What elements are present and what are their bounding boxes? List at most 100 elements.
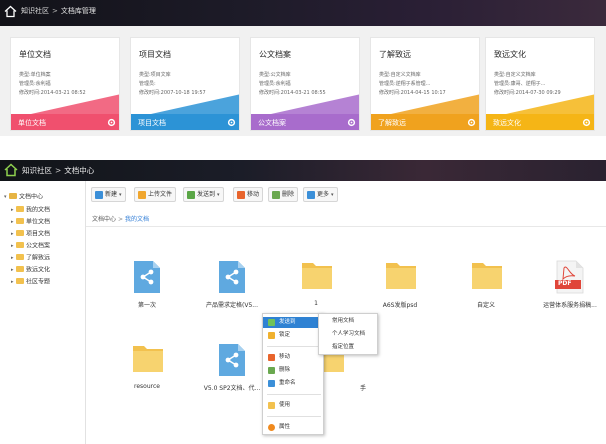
submenu-item-specified-location[interactable]: 指定位置 [319,342,377,353]
library-card-culture[interactable]: 致远文化 类型:自定义文档库 管理员:康哥、逆翔子... 修改时间:2014-0… [485,37,595,131]
folder-icon [268,402,275,409]
new-button[interactable]: 新建 ▾ [91,187,126,202]
tree-label: 致远文化 [26,266,51,274]
shared-doc-icon [219,344,245,376]
expand-toggle-icon[interactable]: ▸ [11,217,15,227]
tree-item-about[interactable]: ▸ 了解致远 [11,253,50,263]
card-footer-label: 公文档案 [258,119,286,127]
delete-button[interactable]: 删除 [268,187,299,202]
more-icon [307,191,315,199]
chevron-down-icon: ▾ [331,192,334,198]
file-name: 第一次 [137,302,156,309]
library-card-official[interactable]: 公文档案 类型:公文档库 管理员:余利福 修改时间:2014-03-21 08:… [250,37,360,131]
home-icon[interactable] [4,163,18,177]
button-label: 删除 [282,191,295,198]
file-name: 运营体系服务捐稿... [543,302,597,309]
more-button[interactable]: 更多 ▾ [303,187,338,202]
expand-toggle-icon[interactable]: ▸ [11,265,15,275]
gear-icon[interactable] [347,118,356,127]
button-label: 发送到 [197,191,216,198]
menu-divider [267,394,321,395]
tree-item-community[interactable]: ▸ 社区专题 [11,277,50,287]
menu-item-move[interactable]: 移动 [263,352,323,363]
folder-breadcrumb-current[interactable]: 我的文档 [125,216,149,223]
gear-icon[interactable] [467,118,476,127]
tree-item-official-docs[interactable]: ▸ 公文档案 [11,241,50,251]
gear-icon[interactable] [582,118,591,127]
pdf-file-icon [555,260,584,294]
move-button[interactable]: 移动 [233,187,264,202]
folder-icon [472,263,502,289]
folder-breadcrumb-root[interactable]: 文档中心 [92,216,116,223]
tree-label: 项目文档 [26,230,51,238]
expand-toggle-icon[interactable]: ▸ [11,229,15,239]
folder-item[interactable]: 1 [274,260,358,320]
gear-icon[interactable] [107,118,116,127]
menu-item-delete[interactable]: 删除 [263,365,323,376]
expand-toggle-icon[interactable]: ▸ [11,205,15,215]
menu-item-rename[interactable]: 重命名 [263,378,323,389]
folder-icon [16,230,24,236]
send-to-button[interactable]: 发送到 ▾ [183,187,224,202]
library-header-bar: 知识社区 > 文档库管理 [0,0,606,26]
breadcrumb-link-community[interactable]: 知识社区 [22,166,52,175]
collapse-toggle-icon[interactable]: ▾ [4,192,8,202]
tree-item-my-docs[interactable]: ▸ 我的文档 [11,205,50,215]
doc-center-breadcrumb: 知识社区 > 文档中心 [22,166,95,175]
menu-label: 锁定 [279,332,291,338]
file-name: resource [134,383,160,390]
tree-item-project-docs[interactable]: ▸ 项目文档 [11,229,50,239]
folder-item[interactable]: 自定义 [444,260,528,320]
menu-item-properties[interactable]: 属性 [263,422,323,433]
gear-icon[interactable] [227,118,236,127]
folder-tree: ▾ 文档中心 ▸ 我的文档 ▸ 单位文档 ▸ 项目文档 ▸ 公文档案 ▸ 了解致远 ▸ 致远文… [0,181,86,444]
expand-toggle-icon[interactable]: ▸ [11,241,15,251]
send-to-submenu: 常用文档 个人学习文档 指定位置 [318,313,378,355]
library-card-unit[interactable]: 单位文档 类型:单位档案 管理员:余利福 修改时间:2014-03-21 08:… [10,37,120,131]
tree-root-doc-center[interactable]: ▾ 文档中心 [4,192,43,202]
menu-item-lock[interactable]: 锁定 [263,330,323,341]
file-item[interactable]: 第一次 [105,260,189,320]
chevron-down-icon: ▾ [217,192,220,198]
submenu-item-personal-study[interactable]: 个人学习文档 [319,329,377,340]
upload-button[interactable]: 上传文件 [134,187,177,202]
breadcrumb-link-community[interactable]: 知识社区 [21,7,49,15]
menu-divider [267,346,321,347]
doc-center-header-bar: 知识社区 > 文档中心 [0,160,606,181]
trash-icon [272,191,280,199]
card-footer-label: 单位文档 [18,119,46,127]
file-item[interactable]: 产品需求定格(V5... [190,260,274,320]
menu-item-send-to[interactable]: 发送到 [263,317,323,328]
library-card-about[interactable]: 了解致远 类型:自定义文档库 管理员:逆翔子系管理... 修改时间:2014-0… [370,37,480,131]
folder-icon [16,278,24,284]
folder-item[interactable]: A6S发版psd [358,260,442,320]
expand-toggle-icon[interactable]: ▸ [11,253,15,263]
folder-item[interactable]: resource [105,343,189,403]
file-item[interactable]: 运营体系服务捐稿... PDF [528,260,606,320]
tree-item-unit-docs[interactable]: ▸ 单位文档 [11,217,50,227]
library-card-project[interactable]: 项目文档 类型:项目文库 管理员: 修改时间:2007-10-18 19:57 … [130,37,240,131]
file-name: 1 [314,300,318,307]
card-footer-label: 了解致远 [378,119,406,127]
folder-icon [16,242,24,248]
lock-icon [268,332,275,339]
shared-doc-icon [219,261,245,293]
folder-icon [386,263,416,289]
menu-label: 重命名 [279,380,296,386]
folder-icon [9,193,17,199]
expand-toggle-icon[interactable]: ▸ [11,277,15,287]
file-name: 自定义 [476,302,495,309]
tree-label: 了解致远 [26,254,51,262]
menu-item-use[interactable]: 使用 [263,400,323,411]
tree-label: 公文档案 [26,242,51,250]
send-icon [187,191,195,199]
new-doc-icon [95,191,103,199]
submenu-item-common-docs[interactable]: 常用文档 [319,316,377,327]
tree-label: 社区专题 [26,278,51,286]
home-icon[interactable] [4,5,17,18]
upload-icon [138,191,146,199]
tree-item-culture[interactable]: ▸ 致远文化 [11,265,50,275]
library-breadcrumb: 知识社区 > 文档库管理 [21,7,96,15]
tree-label: 我的文档 [26,206,51,214]
button-label: 移动 [247,191,260,198]
